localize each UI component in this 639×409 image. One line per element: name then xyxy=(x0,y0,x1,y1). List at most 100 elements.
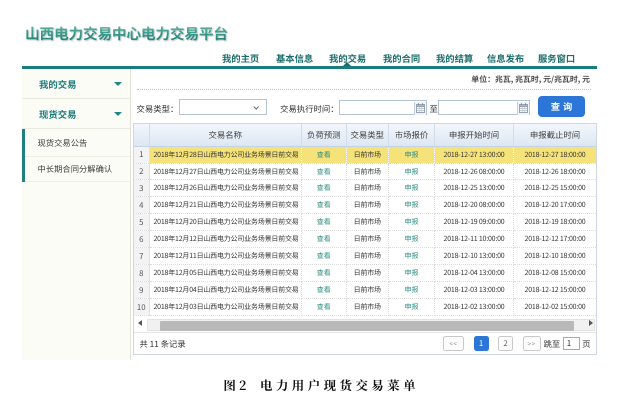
market-quote-cell: 申报 xyxy=(389,197,435,214)
table-row[interactable]: 12018年12月28日山西电力公司业务场景日前交易查看日前市场申报2018-1… xyxy=(134,146,596,163)
start-time-cell: 2018-12-25 13:00:00 xyxy=(435,180,514,197)
trade-type-select[interactable] xyxy=(179,99,267,115)
load-forecast-cell: 查看 xyxy=(302,214,347,231)
table-row[interactable]: 62018年12月12日山西电力公司业务场景日前交易查看日前市场申报2018-1… xyxy=(134,231,596,248)
quote-link[interactable]: 申报 xyxy=(405,150,419,160)
jump-to-label: 跳至 xyxy=(544,338,561,350)
view-link[interactable]: 查看 xyxy=(317,217,331,227)
sidebar-item-spot-notice[interactable]: 现货交易公告 xyxy=(25,129,130,157)
row-number: 1 xyxy=(134,146,149,163)
trade-name-cell: 2018年12月26日山西电力公司业务场景日前交易 xyxy=(149,180,302,197)
start-time-cell: 2018-12-26 08:00:00 xyxy=(435,163,514,180)
quote-link[interactable]: 申报 xyxy=(405,302,419,312)
figure-caption: 图 2电力用户现货交易菜单 xyxy=(0,376,639,394)
trade-type-cell: 日前市场 xyxy=(346,231,389,248)
next-page-button[interactable]: >> xyxy=(523,336,541,351)
trade-name-cell: 2018年12月12日山西电力公司业务场景日前交易 xyxy=(149,231,302,248)
prev-page-button[interactable]: << xyxy=(443,336,465,351)
start-time-cell: 2018-12-04 13:00:00 xyxy=(435,265,514,282)
sidebar-menu-spot-trade[interactable]: 现货交易 xyxy=(22,99,130,129)
quote-link[interactable]: 申报 xyxy=(405,285,419,295)
chevron-down-icon xyxy=(253,104,259,110)
calendar-icon[interactable] xyxy=(414,102,426,115)
trade-type-cell: 日前市场 xyxy=(346,197,389,214)
trade-type-cell: 日前市场 xyxy=(346,282,389,299)
load-forecast-cell: 查看 xyxy=(302,197,347,214)
scrollbar-track[interactable] xyxy=(147,319,595,331)
nav-item-1[interactable]: 基本信息 xyxy=(276,51,313,65)
view-link[interactable]: 查看 xyxy=(317,268,331,278)
start-time-cell: 2018-12-27 13:00:00 xyxy=(435,146,514,163)
quote-link[interactable]: 申报 xyxy=(405,268,419,278)
trade-name-cell: 2018年12月04日山西电力公司业务场景日前交易 xyxy=(149,282,302,299)
trade-type-cell: 日前市场 xyxy=(346,299,389,316)
search-button[interactable]: 查询 xyxy=(538,96,585,117)
quote-link[interactable]: 申报 xyxy=(405,217,419,227)
quote-link[interactable]: 申报 xyxy=(405,167,419,177)
calendar-glyph xyxy=(416,103,425,113)
quote-link[interactable]: 申报 xyxy=(405,234,419,244)
calendar-icon[interactable] xyxy=(517,102,529,115)
page-2-button[interactable]: 2 xyxy=(498,336,513,351)
view-link[interactable]: 查看 xyxy=(317,234,331,244)
view-link[interactable]: 查看 xyxy=(317,183,331,193)
date-to-input[interactable] xyxy=(438,100,530,115)
scroll-right-icon[interactable] xyxy=(589,320,593,326)
market-quote-cell: 申报 xyxy=(389,180,435,197)
table-row[interactable]: 52018年12月20日山西电力公司业务场景日前交易查看日前市场申报2018-1… xyxy=(134,214,596,231)
trade-type-cell: 日前市场 xyxy=(346,214,389,231)
scrollbar-thumb[interactable] xyxy=(160,321,574,331)
nav-item-3[interactable]: 我的合同 xyxy=(383,51,420,65)
page-1-button[interactable]: 1 xyxy=(474,336,489,351)
scroll-left-icon[interactable] xyxy=(138,320,142,326)
figure-caption-text: 电力用户现货交易菜单 xyxy=(260,376,419,394)
view-link[interactable]: 查看 xyxy=(317,251,331,261)
quote-link[interactable]: 申报 xyxy=(405,200,419,210)
table-row[interactable]: 102018年12月03日山西电力公司业务场景日前交易查看日前市场申报2018-… xyxy=(134,299,596,316)
trade-name-cell: 2018年12月11日山西电力公司业务场景日前交易 xyxy=(149,248,302,265)
row-number: 6 xyxy=(134,231,149,248)
sidebar-item-midlong-contract[interactable]: 中长期合同分解确认 xyxy=(25,157,130,182)
view-link[interactable]: 查看 xyxy=(317,200,331,210)
active-tab-caret-icon xyxy=(343,62,351,66)
view-link[interactable]: 查看 xyxy=(317,167,331,177)
trades-table: 交易名称负荷预测交易类型市场报价申报开始时间申报截止时间 12018年12月28… xyxy=(134,124,596,316)
table-row[interactable]: 42018年12月21日山西电力公司业务场景日前交易查看日前市场申报2018-1… xyxy=(134,197,596,214)
quote-link[interactable]: 申报 xyxy=(405,251,419,261)
end-time-cell: 2018-12-10 18:00:00 xyxy=(514,248,597,265)
sidebar-menu-my-trade[interactable]: 我的交易 xyxy=(22,69,130,99)
end-time-cell: 2018-12-27 18:00:00 xyxy=(514,146,597,163)
col-header-quote: 市场报价 xyxy=(389,124,435,147)
market-quote-cell: 申报 xyxy=(389,163,435,180)
exec-time-label: 交易执行时间： xyxy=(280,103,339,115)
date-from-input[interactable] xyxy=(339,100,427,115)
nav-item-0[interactable]: 我的主页 xyxy=(222,51,259,65)
jump-page-input[interactable] xyxy=(563,337,580,351)
horizontal-scrollbar[interactable] xyxy=(134,317,596,332)
col-header-end: 申报截止时间 xyxy=(514,124,597,147)
market-quote-cell: 申报 xyxy=(389,146,435,163)
table-row[interactable]: 82018年12月05日山西电力公司业务场景日前交易查看日前市场申报2018-1… xyxy=(134,265,596,282)
table-row[interactable]: 72018年12月11日山西电力公司业务场景日前交易查看日前市场申报2018-1… xyxy=(134,248,596,265)
table-row[interactable]: 92018年12月04日山西电力公司业务场景日前交易查看日前市场申报2018-1… xyxy=(134,282,596,299)
view-link[interactable]: 查看 xyxy=(317,302,331,312)
load-forecast-cell: 查看 xyxy=(302,248,347,265)
view-link[interactable]: 查看 xyxy=(317,150,331,160)
unit-note: 单位：兆瓦, 兆瓦时, 元/兆瓦时, 元 xyxy=(471,74,590,85)
trade-name-cell: 2018年12月27日山西电力公司业务场景日前交易 xyxy=(149,163,302,180)
row-number: 10 xyxy=(134,299,149,316)
load-forecast-cell: 查看 xyxy=(302,146,347,163)
nav-item-6[interactable]: 服务窗口 xyxy=(538,51,575,65)
view-link[interactable]: 查看 xyxy=(317,285,331,295)
trade-name-cell: 2018年12月20日山西电力公司业务场景日前交易 xyxy=(149,214,302,231)
start-time-cell: 2018-12-02 13:00:00 xyxy=(435,299,514,316)
nav-item-4[interactable]: 我的结算 xyxy=(436,51,473,65)
market-quote-cell: 申报 xyxy=(389,231,435,248)
col-header-name: 交易名称 xyxy=(149,124,302,147)
nav-item-5[interactable]: 信息发布 xyxy=(487,51,524,65)
dotted-separator xyxy=(137,89,591,90)
quote-link[interactable]: 申报 xyxy=(405,183,419,193)
col-header-load: 负荷预测 xyxy=(302,124,347,147)
table-row[interactable]: 22018年12月27日山西电力公司业务场景日前交易查看日前市场申报2018-1… xyxy=(134,163,596,180)
table-row[interactable]: 32018年12月26日山西电力公司业务场景日前交易查看日前市场申报2018-1… xyxy=(134,180,596,197)
